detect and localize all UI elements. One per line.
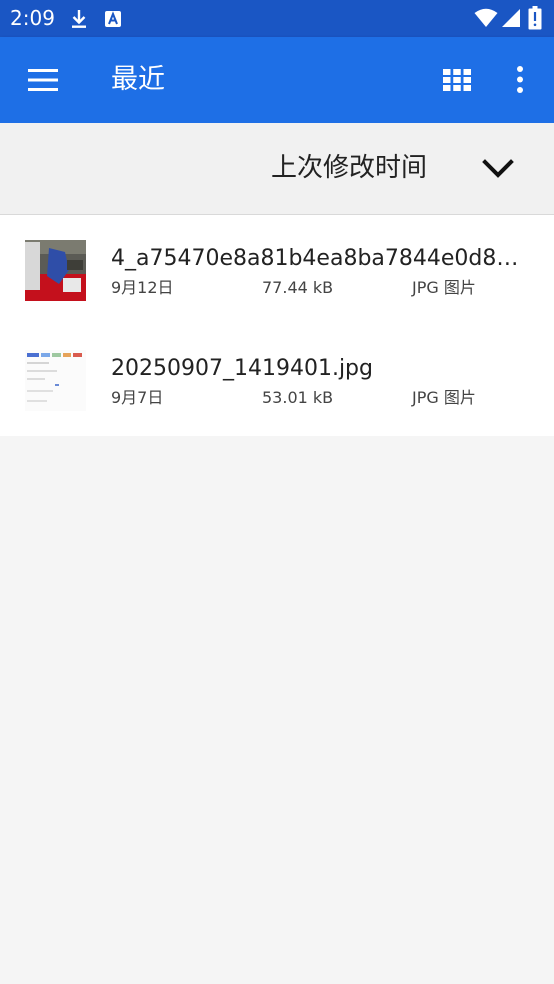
more-vert-icon bbox=[517, 66, 523, 93]
image-thumbnail-icon bbox=[25, 350, 86, 411]
chevron-down-icon[interactable] bbox=[480, 152, 516, 188]
page-title: 最近 bbox=[111, 64, 165, 95]
file-list: 4_a75470e8a81b4ea8ba7844e0d80… 9月12日 77.… bbox=[0, 215, 554, 436]
app-bar: 最近 bbox=[0, 37, 554, 123]
file-type: JPG 图片 bbox=[412, 278, 476, 297]
file-size: 53.01 kB bbox=[262, 388, 334, 407]
app-notification-icon bbox=[105, 11, 121, 27]
file-name: 4_a75470e8a81b4ea8ba7844e0d80… bbox=[111, 246, 525, 271]
menu-button[interactable] bbox=[20, 57, 66, 103]
file-name: 20250907_1419401.jpg bbox=[111, 356, 373, 381]
image-thumbnail-icon bbox=[25, 240, 86, 301]
list-item[interactable]: 4_a75470e8a81b4ea8ba7844e0d80… 9月12日 77.… bbox=[0, 215, 554, 325]
status-bar: 2:09 bbox=[0, 0, 554, 37]
sort-bar[interactable]: 上次修改时间 bbox=[0, 123, 554, 215]
file-size: 77.44 kB bbox=[262, 278, 334, 297]
grid-view-button[interactable] bbox=[434, 57, 480, 103]
grid-view-icon bbox=[443, 69, 471, 91]
status-time: 2:09 bbox=[10, 6, 55, 30]
file-thumbnail bbox=[25, 350, 86, 411]
wifi-icon bbox=[474, 8, 498, 27]
menu-icon bbox=[28, 69, 58, 91]
sort-label: 上次修改时间 bbox=[271, 153, 428, 183]
file-date: 9月12日 bbox=[111, 278, 174, 297]
file-date: 9月7日 bbox=[111, 388, 164, 407]
more-options-button[interactable] bbox=[497, 57, 543, 103]
file-thumbnail bbox=[25, 240, 86, 301]
battery-icon bbox=[528, 6, 542, 30]
download-icon bbox=[72, 10, 86, 28]
file-type: JPG 图片 bbox=[412, 388, 476, 407]
cell-signal-icon bbox=[502, 9, 520, 27]
list-item[interactable]: 20250907_1419401.jpg 9月7日 53.01 kB JPG 图… bbox=[0, 325, 554, 435]
